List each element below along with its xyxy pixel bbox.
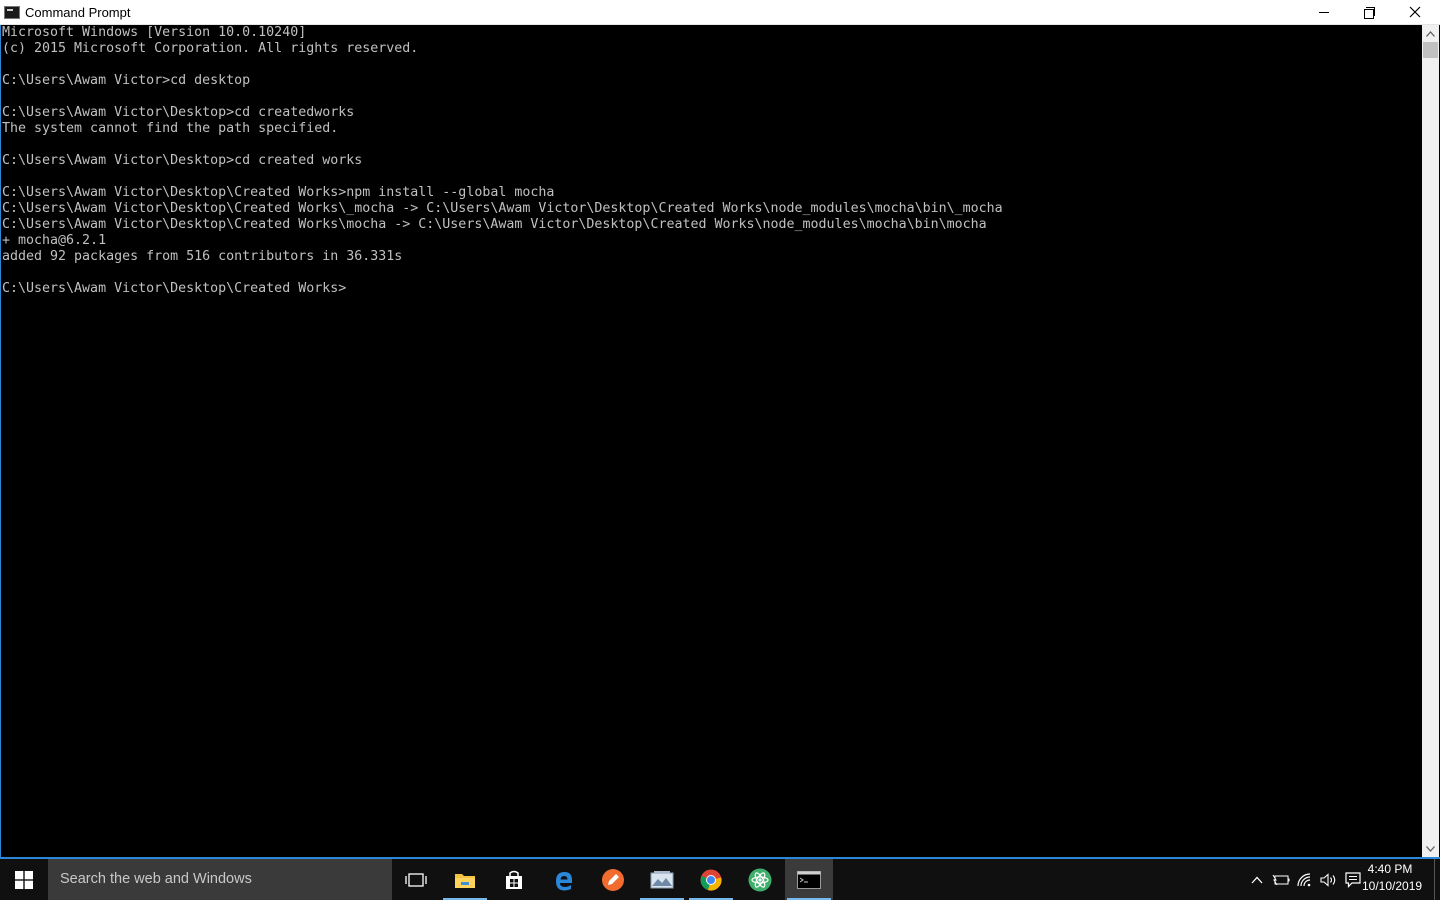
show-desktop-button[interactable] [1434,859,1440,900]
chrome-icon [700,869,722,891]
chevron-down-icon [1426,845,1435,852]
search-input[interactable]: Search the web and Windows [48,859,392,900]
volume-icon [1320,872,1336,887]
clock-time: 4:40 PM [1367,862,1413,876]
folder-icon [455,873,475,888]
orange-app-button[interactable] [589,859,637,900]
search-placeholder: Search the web and Windows [60,871,252,887]
atom-button[interactable] [736,859,784,900]
console-line: C:\Users\Awam Victor\Desktop>cd created … [2,153,363,168]
console-line: The system cannot find the path specifie… [2,121,339,136]
windows-logo-icon [15,870,33,889]
pencil-app-icon [602,868,624,891]
volume-tray-button[interactable] [1319,859,1339,900]
chevron-up-icon [1426,30,1435,37]
edge-icon [556,871,572,890]
scrollbar-thumb[interactable] [1423,42,1438,58]
console-line: C:\Users\Awam Victor\Desktop\Created Wor… [2,201,1003,216]
task-view-button[interactable] [392,859,440,900]
terminal-icon [797,870,821,889]
command-prompt-button[interactable] [785,859,833,900]
show-hidden-icons-button[interactable] [1248,859,1266,900]
command-prompt-icon[interactable] [4,6,20,19]
scroll-down-button[interactable] [1422,840,1439,857]
console-line: (c) 2015 Microsoft Corporation. All righ… [2,41,419,56]
chrome-button[interactable] [687,859,735,900]
edge-button[interactable] [540,859,588,900]
console-line: C:\Users\Awam Victor>cd desktop [2,73,251,88]
close-icon [1409,6,1421,18]
minimize-icon [1319,11,1329,13]
store-icon [506,870,522,889]
taskbar: Search the web and Windows 4:40 PM 10/10… [0,859,1440,900]
close-button[interactable] [1392,0,1438,24]
store-button[interactable] [490,859,538,900]
window-border [0,25,1,859]
start-button[interactable] [0,859,48,900]
photos-app-button[interactable] [638,859,686,900]
vertical-scrollbar[interactable] [1422,25,1439,857]
console-output[interactable]: Microsoft Windows [Version 10.0.10240] (c… [1,25,1422,857]
console-line: Microsoft Windows [Version 10.0.10240] [2,25,307,40]
battery-tray-button[interactable] [1270,859,1292,900]
window-title: Command Prompt [25,5,131,20]
wifi-icon [1297,872,1311,886]
scroll-up-button[interactable] [1422,25,1439,42]
console-line: C:\Users\Awam Victor\Desktop>cd createdw… [2,105,355,120]
clock-date: 10/10/2019 [1362,879,1423,893]
restore-icon [1363,6,1375,19]
file-explorer-button[interactable] [441,859,489,900]
console-line: + mocha@6.2.1 [2,233,107,248]
network-tray-button[interactable] [1295,859,1317,900]
console-line: added 92 packages from 516 contributors … [2,249,403,264]
title-bar[interactable]: Command Prompt [0,0,1440,25]
chevron-up-icon [1251,876,1263,883]
restore-button[interactable] [1346,0,1392,24]
console-line: C:\Users\Awam Victor\Desktop\Created Wor… [2,217,987,232]
console-line: C:\Users\Awam Victor\Desktop\Created Wor… [2,185,555,200]
console-line: C:\Users\Awam Victor\Desktop\Created Wor… [2,281,347,296]
photos-icon [650,870,674,888]
minimize-button[interactable] [1301,0,1347,24]
task-view-icon [405,872,427,887]
clock[interactable]: 4:40 PM 10/10/2019 [1362,861,1423,895]
action-center-button[interactable] [1342,859,1364,900]
atom-icon [748,868,772,891]
battery-charging-icon [1272,874,1290,885]
notification-icon [1345,871,1361,888]
console-lines: Microsoft Windows [Version 10.0.10240] (c… [2,25,1003,297]
